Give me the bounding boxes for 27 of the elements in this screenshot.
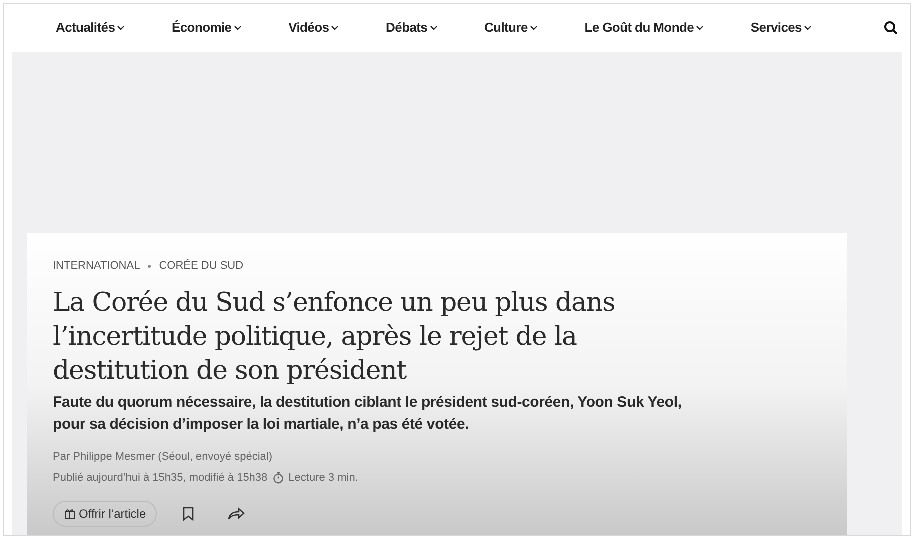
stopwatch-icon	[272, 472, 284, 484]
bookmark-icon[interactable]	[183, 506, 194, 520]
search-icon[interactable]	[884, 21, 898, 35]
chevron-down-icon	[696, 25, 704, 31]
article-title: La Corée du Sud s’enfonce un peu plus dans l’incertitude politique, après le rejet de la destitution de son président	[53, 286, 616, 388]
nav-link[interactable]: Vidéos	[288, 18, 340, 38]
article-lede: Faute du quorum nécessaire, la destitution ciblant le président sud-coréen, Yoon Suk Yeol, pour sa décision d’imposer la loi martiale, n’a pas été votée.	[53, 392, 683, 434]
gift-icon	[64, 508, 76, 520]
nav-link[interactable]: Services	[750, 18, 812, 38]
nav-link[interactable]: Actualités	[56, 18, 126, 38]
chevron-down-icon	[430, 25, 438, 31]
chevron-down-icon	[331, 25, 340, 31]
nav-link[interactable]: Le Goût du Monde	[584, 18, 704, 38]
breadcrumb-link[interactable]: CORÉE DU SUD	[159, 258, 244, 274]
reading-time: Lecture 3 min.	[288, 471, 358, 486]
gift-article-button[interactable]: Offrir l’article	[53, 500, 158, 526]
nav-link[interactable]: Économie	[172, 18, 242, 38]
nav-link[interactable]: Débats	[386, 18, 438, 38]
byline: Par Philippe Mesmer (Séoul, envoyé spécial)	[53, 450, 274, 464]
chevron-down-icon	[117, 25, 126, 31]
nav-link[interactable]: Culture	[484, 18, 538, 38]
chevron-down-icon	[530, 25, 538, 31]
publication-date: Publié aujourd’hui à 15h35, modifié à 15h38	[53, 471, 268, 486]
share-icon[interactable]	[228, 507, 246, 520]
breadcrumb-link[interactable]: INTERNATIONAL	[53, 258, 140, 274]
chevron-down-icon	[804, 25, 812, 31]
chevron-down-icon	[234, 25, 242, 31]
